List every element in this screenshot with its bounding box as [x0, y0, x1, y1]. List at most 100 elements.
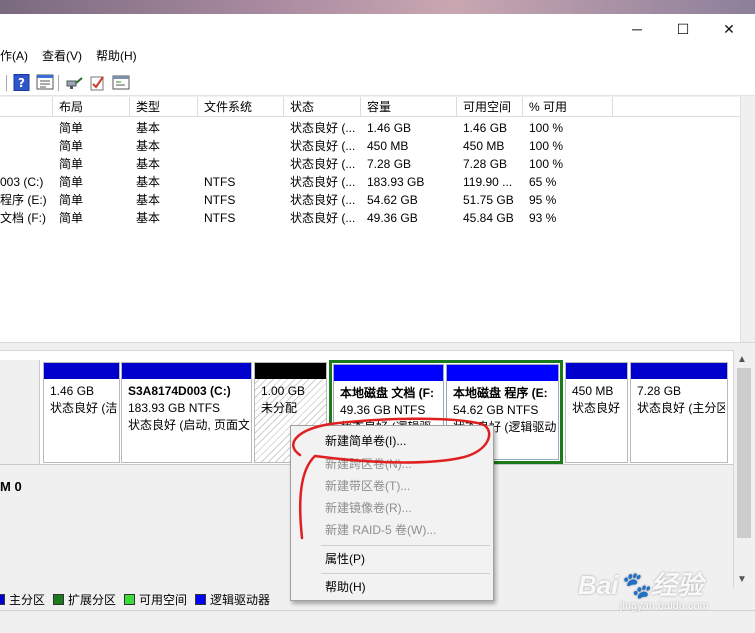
legend-swatch-free [124, 593, 136, 605]
menu-new-striped-volume[interactable]: 新建带区卷(T)... [325, 475, 410, 497]
toolbar-separator [58, 75, 59, 91]
partition-bar [447, 365, 558, 381]
menu-help[interactable]: 帮助(H) [89, 44, 144, 68]
menu-new-simple-volume[interactable]: 新建简单卷(I)... [325, 430, 406, 452]
menu-view[interactable]: 查看(V) [35, 44, 89, 68]
partition-c[interactable]: S3A8174D003 (C:) 183.93 GB NTFS 状态良好 (启动, … [121, 362, 252, 463]
properties-icon[interactable] [36, 74, 54, 91]
cell-layout: 简单 [59, 175, 84, 189]
column-header-free-space[interactable]: 可用空间 [457, 97, 523, 117]
partition-7gb[interactable]: 7.28 GB 状态良好 (主分区 [630, 362, 728, 463]
partition-size: 1.00 GB [261, 384, 306, 398]
cell-fs [198, 119, 284, 137]
partition-1[interactable]: 1.46 GB 状态良好 (洁 [43, 362, 120, 463]
console-icon[interactable] [112, 74, 130, 91]
menu-new-mirrored-volume[interactable]: 新建镜像卷(R)... [325, 497, 412, 519]
partition-status: 状态良好 (洁 [50, 401, 117, 415]
column-header-volume[interactable] [0, 97, 53, 117]
cell-pct: 100 % [529, 139, 564, 153]
close-button[interactable]: ✕ [706, 14, 752, 44]
minimize-button[interactable]: ─ [614, 14, 660, 44]
scroll-down-icon[interactable]: ▼ [737, 574, 747, 585]
cell-layout: 简单 [59, 193, 84, 207]
cell-fs: NTFS [204, 193, 236, 207]
legend-swatch-logical [195, 593, 207, 605]
partition-bar [631, 363, 727, 379]
partition-size: 1.46 GB [50, 384, 95, 398]
partition-size: 183.93 GB NTFS [128, 401, 221, 415]
graph-scrollbar[interactable]: ▲ ▼ [733, 350, 755, 588]
cell-status: 状态良好 (... [290, 175, 356, 189]
baidu-watermark: Bai🐾经验 [578, 570, 703, 600]
menu-separator [321, 573, 490, 574]
partition-status: 状态良好 (主分区 [637, 401, 725, 415]
partition-status: 未分配 [261, 401, 298, 415]
menu-properties[interactable]: 属性(P) [325, 548, 365, 570]
partition-bar [122, 363, 251, 379]
cell-name [0, 119, 53, 137]
partition-size: 7.28 GB [637, 384, 682, 398]
cell-status: 状态良好 (... [290, 121, 356, 135]
cell-layout: 简单 [59, 157, 84, 171]
cell-type: 基本 [136, 121, 161, 135]
partition-bar [566, 363, 627, 379]
check-icon[interactable] [89, 74, 107, 91]
partition-size: 49.36 GB NTFS [340, 403, 426, 417]
cell-layout: 简单 [59, 211, 84, 225]
cell-free: 45.84 GB [463, 211, 514, 225]
legend-primary: 主分区 [9, 592, 46, 607]
cell-capacity: 1.46 GB [367, 121, 412, 135]
cell-name [0, 137, 53, 155]
partition-title: 本地磁盘 文档 (F: [340, 386, 434, 400]
legend-logical: 逻辑驱动器 [210, 592, 271, 607]
cell-capacity: 450 MB [367, 139, 409, 153]
cell-free: 7.28 GB [463, 157, 508, 171]
cell-fs: NTFS [204, 175, 236, 189]
volume-list-scrollbar[interactable] [740, 97, 755, 342]
cell-status: 状态良好 (... [290, 193, 356, 207]
column-header-status[interactable]: 状态 [284, 97, 361, 117]
cell-fs: NTFS [204, 211, 236, 225]
pane-splitter[interactable] [0, 342, 755, 350]
cell-type: 基本 [136, 139, 161, 153]
column-header-type[interactable]: 类型 [130, 97, 198, 117]
cell-pct: 100 % [529, 121, 564, 135]
cell-name: 文档 (F:) [0, 211, 46, 225]
scroll-thumb[interactable] [737, 368, 751, 538]
maximize-button[interactable]: ☐ [660, 14, 706, 44]
column-header-percent-free[interactable]: % 可用 [523, 97, 613, 117]
status-bar [0, 610, 755, 633]
cell-fs [198, 137, 284, 155]
column-header-layout[interactable]: 布局 [53, 97, 130, 117]
minimize-icon: ─ [632, 21, 642, 37]
cell-name: 003 (C:) [0, 175, 44, 189]
cell-type: 基本 [136, 211, 161, 225]
cell-pct: 100 % [529, 157, 564, 171]
cell-type: 基本 [136, 193, 161, 207]
cell-status: 状态良好 (... [290, 139, 356, 153]
maximize-icon: ☐ [676, 20, 690, 37]
column-header-capacity[interactable]: 容量 [361, 97, 457, 117]
cell-layout: 简单 [59, 121, 84, 135]
cell-capacity: 49.36 GB [367, 211, 418, 225]
scroll-up-icon[interactable]: ▲ [737, 354, 747, 365]
cell-free: 1.46 GB [463, 121, 508, 135]
partition-status: 状态良好 [572, 401, 621, 415]
cell-type: 基本 [136, 175, 161, 189]
cell-fs [198, 155, 284, 173]
toolbar-separator [6, 75, 7, 91]
connect-icon[interactable] [66, 74, 84, 91]
partition-bar [255, 363, 326, 379]
partition-450mb[interactable]: 450 MB 状态良好 [565, 362, 628, 463]
menu-new-raid5-volume[interactable]: 新建 RAID-5 卷(W)... [325, 519, 436, 541]
column-header-filesystem[interactable]: 文件系统 [198, 97, 284, 117]
menu-help-item[interactable]: 帮助(H) [325, 576, 366, 598]
menu-action[interactable]: 作(A) [0, 44, 35, 68]
partition-size: 54.62 GB NTFS [453, 403, 539, 417]
disk-label-column [0, 360, 40, 464]
cell-name: 程序 (E:) [0, 193, 47, 207]
cell-status: 状态良好 (... [290, 157, 356, 171]
disk-0-label: M 0 [0, 479, 22, 494]
menu-new-spanned-volume[interactable]: 新建跨区卷(N)... [325, 453, 412, 475]
help-icon[interactable]: ? [13, 74, 31, 91]
